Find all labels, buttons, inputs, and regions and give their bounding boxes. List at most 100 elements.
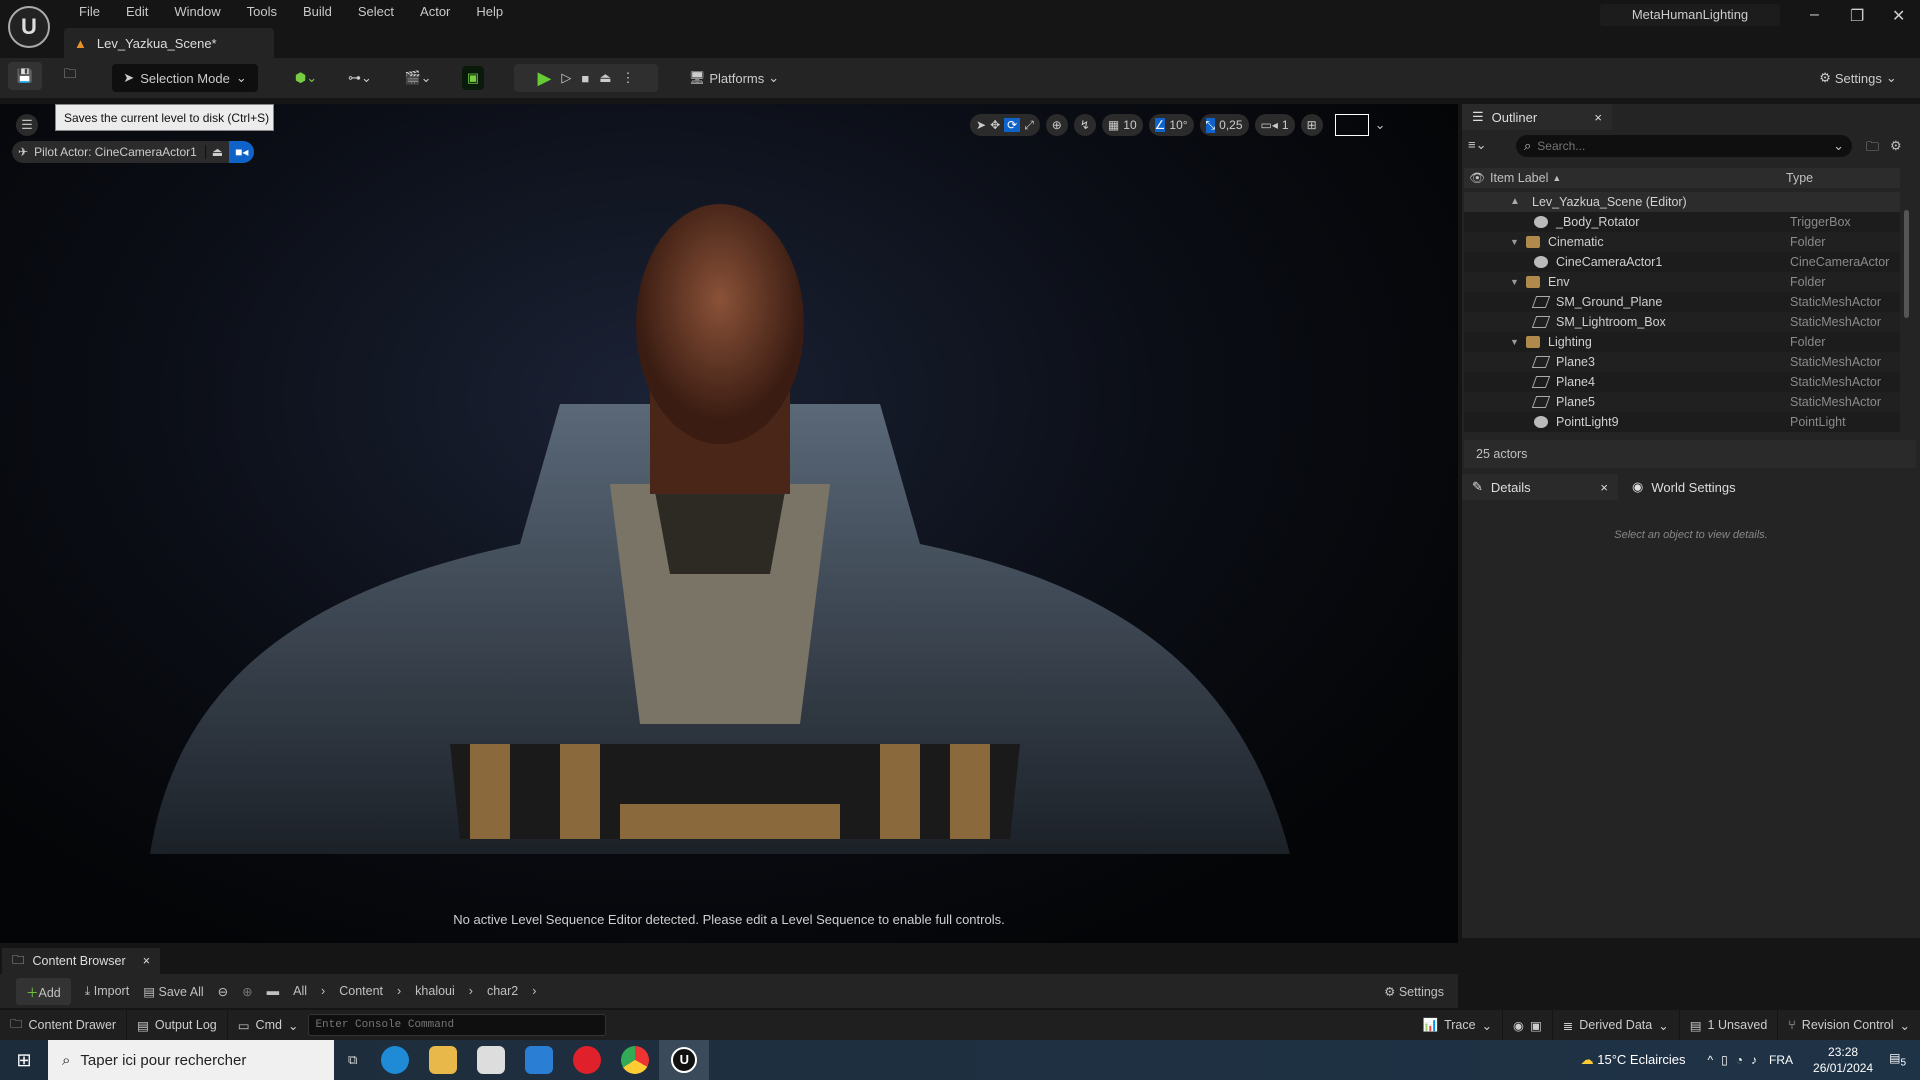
console-input[interactable] (308, 1014, 607, 1036)
search-input[interactable] (1537, 139, 1828, 153)
outliner-row[interactable]: _Body_Rotator TriggerBox (1464, 212, 1900, 232)
chevron-right-icon[interactable]: › (532, 984, 536, 998)
path-khaloui[interactable]: khaloui (415, 984, 455, 998)
gear-icon[interactable]: ⚙ (1890, 138, 1902, 154)
tab-outliner[interactable]: ☰ Outliner × (1462, 104, 1612, 130)
eject-icon[interactable]: ⏏ (599, 70, 611, 86)
selection-mode-dropdown[interactable]: ➤ Selection Mode ⌄ (112, 64, 258, 92)
tab-content-browser[interactable]: 🗀 Content Browser × (2, 948, 160, 974)
windows-start-icon[interactable]: ⊞ (0, 1050, 48, 1071)
viewport-menu-button[interactable]: ☰ (16, 114, 38, 136)
viewport-layout-preview[interactable] (1334, 114, 1369, 136)
mail-icon[interactable] (525, 1046, 554, 1074)
expand-arrow-icon[interactable]: ▼ (1510, 237, 1519, 247)
content-drawer-button[interactable]: 🗀 Content Drawer (0, 1010, 128, 1040)
chrome-icon[interactable] (621, 1046, 650, 1074)
restore-icon[interactable]: ❐ (1850, 6, 1864, 26)
opera-icon[interactable] (573, 1046, 602, 1074)
scale-icon[interactable]: ⤢ (1024, 118, 1034, 133)
filter-button[interactable]: ≡⌄ (1468, 137, 1498, 153)
output-log-button[interactable]: ▤ Output Log (127, 1010, 228, 1040)
taskbar-search[interactable]: ⌕ Taper ici pour rechercher (48, 1040, 334, 1080)
expand-arrow-icon[interactable]: ▼ (1510, 337, 1519, 347)
outliner-row[interactable]: Plane5 StaticMeshActor (1464, 392, 1900, 412)
level-viewport[interactable] (0, 104, 1458, 943)
outliner-root[interactable]: ▲ Lev_Yazkua_Scene (Editor) (1464, 192, 1900, 212)
outliner-row[interactable]: Plane3 StaticMeshActor (1464, 352, 1900, 372)
menu-select[interactable]: Select (345, 4, 407, 20)
close-icon[interactable]: × (143, 954, 150, 968)
task-view-icon[interactable]: ⧉ (348, 1052, 357, 1068)
column-item-label[interactable]: Item Label (1490, 171, 1548, 185)
camera-view-button[interactable]: ■◂ (229, 141, 255, 163)
outliner-row[interactable]: ▼ Env Folder (1464, 272, 1900, 292)
settings-dropdown[interactable]: ⚙ Settings ⌄ (1812, 64, 1904, 92)
eject-pilot-button[interactable]: ⏏ (204, 145, 229, 159)
menu-file[interactable]: File (66, 4, 113, 20)
recording-buttons[interactable]: ◉ ▣ (1503, 1010, 1553, 1040)
save-button[interactable]: 💾 (8, 62, 42, 90)
menu-build[interactable]: Build (290, 4, 345, 20)
grid-snap-button[interactable]: ▦ 10 (1101, 114, 1143, 136)
layout-button[interactable]: ⊞ (1300, 114, 1323, 136)
unreal-logo[interactable]: U (8, 6, 50, 48)
save-all-button[interactable]: ▤ Save All (143, 984, 203, 999)
visibility-icon[interactable]: 👁 (1464, 171, 1490, 186)
blueprint-button[interactable]: ⊶⌄ (340, 64, 380, 92)
unreal-taskbar-icon[interactable]: U (659, 1040, 710, 1080)
browse-button[interactable]: 🗀 (56, 62, 84, 90)
close-icon[interactable]: × (1594, 110, 1602, 125)
cinematics-button[interactable]: 🎬⌄ (398, 64, 438, 92)
outliner-row[interactable]: SM_Ground_Plane StaticMeshActor (1464, 292, 1900, 312)
chevron-down-icon[interactable]: ⌄ (1375, 117, 1386, 133)
outliner-search[interactable]: ⌕⌄ (1516, 135, 1852, 157)
trace-dropdown[interactable]: 📊 Trace ⌄ (1412, 1010, 1504, 1040)
play-icon[interactable]: ▶ (538, 68, 552, 89)
stop-icon[interactable]: ■ (581, 71, 589, 86)
menu-edit[interactable]: Edit (113, 4, 161, 20)
outliner-row[interactable]: Plane4 StaticMeshActor (1464, 372, 1900, 392)
import-button[interactable]: ⤓ Import (85, 984, 129, 999)
store-icon[interactable] (477, 1046, 506, 1074)
notifications-icon[interactable]: ▤5 (1889, 1051, 1906, 1068)
add-actor-button[interactable]: ⬢⌄ (286, 64, 326, 92)
unsaved-button[interactable]: ▤ 1 Unsaved (1680, 1010, 1779, 1040)
platforms-dropdown[interactable]: 🖥 Platforms ⌄ (686, 64, 782, 92)
forward-icon[interactable]: ⊕ (242, 984, 252, 999)
more-icon[interactable]: ⋮ (622, 70, 635, 86)
surface-snap-button[interactable]: ↯ (1073, 114, 1096, 136)
revision-control-dropdown[interactable]: ⑂ Revision Control ⌄ (1778, 1010, 1920, 1040)
step-icon[interactable]: ▷ (561, 70, 571, 86)
outliner-row[interactable]: PointLight9 PointLight (1464, 412, 1900, 432)
minimize-icon[interactable]: – (1810, 6, 1819, 24)
angle-snap-button[interactable]: ∠ 10° (1148, 114, 1194, 136)
language-indicator[interactable]: FRA (1769, 1053, 1793, 1067)
modes-button[interactable]: ▣ (462, 66, 484, 90)
cb-settings-button[interactable]: ⚙ Settings (1384, 984, 1444, 999)
tab-details[interactable]: ✎ Details × (1462, 474, 1618, 500)
move-icon[interactable]: ✥ (990, 118, 1000, 132)
outliner-row[interactable]: ▼ Lighting Folder (1464, 332, 1900, 352)
column-type[interactable]: Type (1786, 171, 1813, 185)
clock[interactable]: 23:28 26/01/2024 (1813, 1044, 1873, 1076)
back-icon[interactable]: ⊖ (218, 984, 228, 999)
outliner-row[interactable]: CineCameraActor1 CineCameraActor (1464, 252, 1900, 272)
menu-actor[interactable]: Actor (407, 4, 463, 20)
close-icon[interactable]: ✕ (1892, 6, 1905, 26)
derived-data-dropdown[interactable]: ≣ Derived Data ⌄ (1553, 1010, 1680, 1040)
system-tray-icons[interactable]: ^▯◔♪ (1708, 1053, 1765, 1067)
menu-help[interactable]: Help (463, 4, 516, 20)
rotate-icon[interactable]: ⟳ (1004, 118, 1021, 132)
path-all[interactable]: All (293, 984, 307, 998)
camera-speed-button[interactable]: ▭◂ 1 (1254, 114, 1295, 136)
menu-tools[interactable]: Tools (234, 4, 290, 20)
select-icon[interactable]: ➤ (976, 118, 986, 132)
add-folder-icon[interactable]: 🗀 (1866, 138, 1879, 160)
scale-snap-button[interactable]: ⤡ 0,25 (1199, 114, 1249, 136)
path-char2[interactable]: char2 (487, 984, 518, 998)
tab-world-settings[interactable]: ◉ World Settings (1622, 474, 1782, 500)
outliner-scrollbar[interactable] (1904, 210, 1909, 318)
world-local-button[interactable]: ⊕ (1045, 114, 1068, 136)
cmd-dropdown[interactable]: ▭ Cmd ⌄ (228, 1010, 309, 1040)
add-button[interactable]: ＋Add (16, 977, 71, 1005)
